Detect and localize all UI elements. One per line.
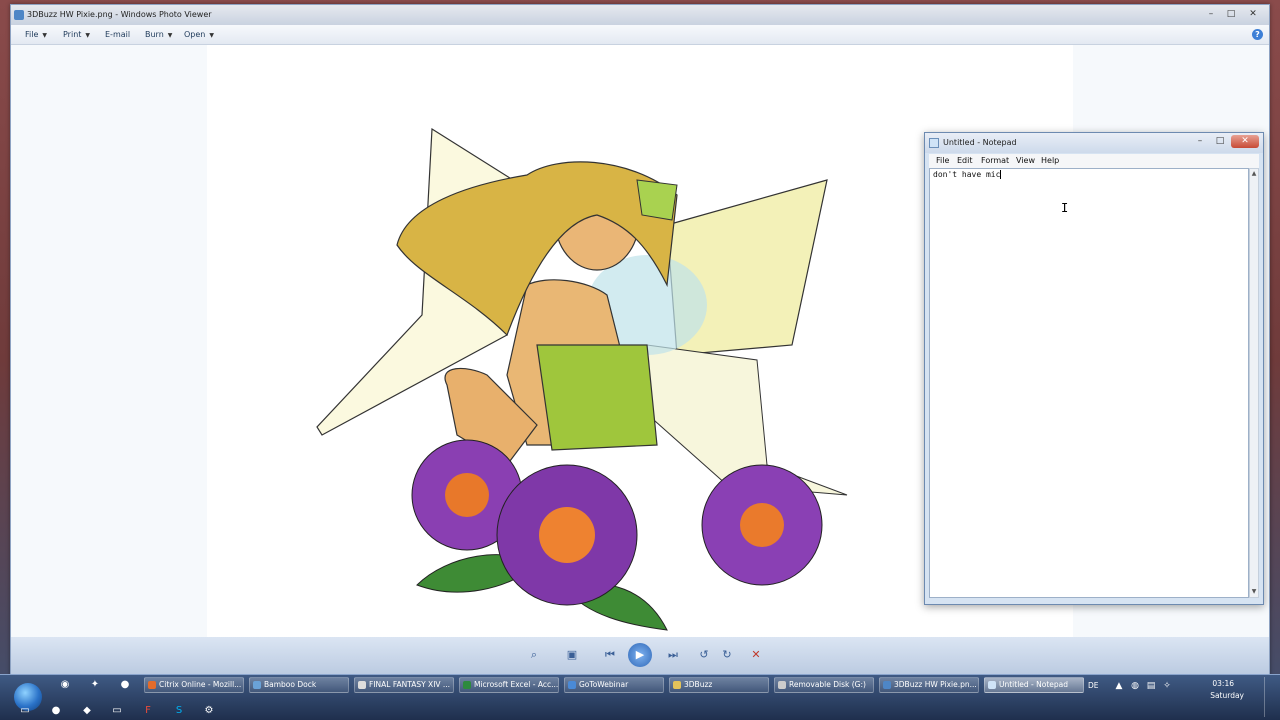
task-bamboo-dock[interactable]: Bamboo Dock (249, 677, 349, 693)
hair-leaf (636, 179, 678, 221)
task-excel[interactable]: Microsoft Excel - Acc... (459, 677, 559, 693)
folder-icon[interactable]: ▭ (110, 704, 124, 718)
np-menu-format[interactable]: Format (981, 154, 1009, 168)
pv-menu-print[interactable]: Print ▼ (63, 25, 90, 45)
delete-icon[interactable]: ✕ (748, 647, 764, 663)
filezilla-icon[interactable]: F (141, 704, 155, 718)
close-icon[interactable]: ✕ (1231, 135, 1259, 148)
minimize-icon[interactable]: – (1205, 8, 1217, 20)
display-icon[interactable]: ▤ (1146, 681, 1156, 691)
pv-menu-file[interactable]: File ▼ (25, 25, 47, 45)
notepad-titlebar[interactable]: Untitled - Notepad – □ ✕ (925, 133, 1263, 153)
photo-viewer-menubar: File ▼ Print ▼ E-mail Burn ▼ Open ▼ ? (11, 25, 1269, 45)
scroll-up-icon[interactable]: ▲ (1250, 169, 1258, 179)
photo-viewer-title: 3DBuzz HW Pixie.png - Windows Photo View… (27, 10, 212, 19)
chevron-down-icon: ▼ (42, 32, 48, 39)
app-icon[interactable]: ◆ (80, 704, 94, 718)
task-final-fantasy[interactable]: FINAL FANTASY XIV ... (354, 677, 454, 693)
actual-size-icon[interactable]: ▣ (564, 647, 580, 663)
zoom-icon[interactable]: ⌕ (526, 647, 542, 663)
minimize-icon[interactable]: – (1193, 136, 1207, 147)
np-menu-help[interactable]: Help (1041, 154, 1059, 168)
show-desktop-button[interactable] (1264, 677, 1274, 717)
np-menu-view[interactable]: View (1016, 154, 1035, 168)
pv-menu-email[interactable]: E-mail (105, 25, 130, 45)
chrome-icon[interactable]: ● (49, 704, 63, 718)
folder-icon (673, 681, 681, 689)
close-icon[interactable]: ✕ (1247, 8, 1259, 20)
flower-center (496, 464, 638, 606)
firefox-icon (148, 681, 156, 689)
pv-menu-open[interactable]: Open ▼ (184, 25, 214, 45)
system-tray: DE ▲ ◍ ▤ ✧ 03:16 Saturday (1084, 677, 1274, 717)
task-citrix[interactable]: Citrix Online - Mozill... (144, 677, 244, 693)
photo-viewer-titlebar[interactable]: 3DBuzz HW Pixie.png - Windows Photo View… (11, 5, 1269, 25)
gear-icon[interactable]: ⚙ (202, 704, 216, 718)
photo-viewer-icon (883, 681, 891, 689)
notepad-scrollbar[interactable]: ▲ ▼ (1249, 168, 1259, 598)
language-indicator[interactable]: DE (1088, 681, 1099, 690)
pixie-dress (536, 344, 658, 451)
rotate-left-icon[interactable]: ↺ (696, 647, 712, 663)
task-gotowebinar[interactable]: GoToWebinar (564, 677, 664, 693)
notepad-text-area[interactable]: don't have mic (929, 168, 1249, 598)
excel-icon (463, 681, 471, 689)
task-3dbuzz-folder[interactable]: 3DBuzz (669, 677, 769, 693)
rotate-right-icon[interactable]: ↻ (719, 647, 735, 663)
app-quicklaunch-icon[interactable]: ◉ (58, 678, 72, 692)
clock-time[interactable]: 03:16 (1212, 679, 1234, 688)
notepad-title: Untitled - Notepad (943, 138, 1017, 147)
game-icon (358, 681, 366, 689)
notepad-icon (988, 681, 996, 689)
np-menu-edit[interactable]: Edit (957, 154, 973, 168)
volume-icon[interactable]: ✧ (1162, 681, 1172, 691)
text-caret (1000, 170, 1002, 179)
chevron-down-icon: ▼ (167, 32, 173, 39)
text-cursor-icon: I (1061, 201, 1069, 215)
chevron-up-icon[interactable]: ▲ (1114, 681, 1124, 691)
notepad-menubar: File Edit Format View Help (929, 154, 1259, 168)
previous-icon[interactable]: ⏮ (602, 647, 618, 663)
flower-right (701, 464, 823, 586)
notepad-text: don't have mic (933, 170, 1001, 179)
notepad-window: Untitled - Notepad – □ ✕ File Edit Forma… (924, 132, 1264, 605)
gotowebinar-icon (568, 681, 576, 689)
pv-menu-burn[interactable]: Burn ▼ (145, 25, 172, 45)
task-removable-disk[interactable]: Removable Disk (G:) (774, 677, 874, 693)
skype-icon[interactable]: S (172, 704, 186, 718)
bamboo-icon (253, 681, 261, 689)
slideshow-icon[interactable]: ▶ (628, 643, 652, 667)
task-notepad[interactable]: Untitled - Notepad (984, 677, 1084, 693)
photo-viewer-app-icon (14, 10, 24, 20)
notepad-app-icon (929, 138, 939, 148)
folder-icon[interactable]: ▭ (18, 704, 32, 718)
taskbar: ◉ ✦ ● ▭ ● ◆ ▭ F S ⚙ Citrix Online - Mozi… (0, 674, 1280, 720)
task-photo-viewer[interactable]: 3DBuzz HW Pixie.pn... (879, 677, 979, 693)
network-icon[interactable]: ◍ (1130, 681, 1140, 691)
scroll-down-icon[interactable]: ▼ (1250, 587, 1258, 597)
maximize-icon[interactable]: □ (1225, 8, 1237, 20)
drive-icon (778, 681, 786, 689)
next-icon[interactable]: ⏭ (665, 647, 681, 663)
chevron-down-icon: ▼ (85, 32, 91, 39)
clock-day[interactable]: Saturday (1210, 691, 1244, 700)
maximize-icon[interactable]: □ (1213, 136, 1227, 147)
help-icon[interactable]: ? (1252, 29, 1263, 40)
app-quicklaunch-icon[interactable]: ✦ (88, 678, 102, 692)
photo-viewer-toolbar: ⌕ ▣ ⏮ ▶ ⏭ ↺ ↻ ✕ (11, 637, 1269, 677)
chrome-icon[interactable]: ● (118, 678, 132, 692)
chevron-down-icon: ▼ (209, 32, 214, 39)
np-menu-file[interactable]: File (936, 154, 949, 168)
